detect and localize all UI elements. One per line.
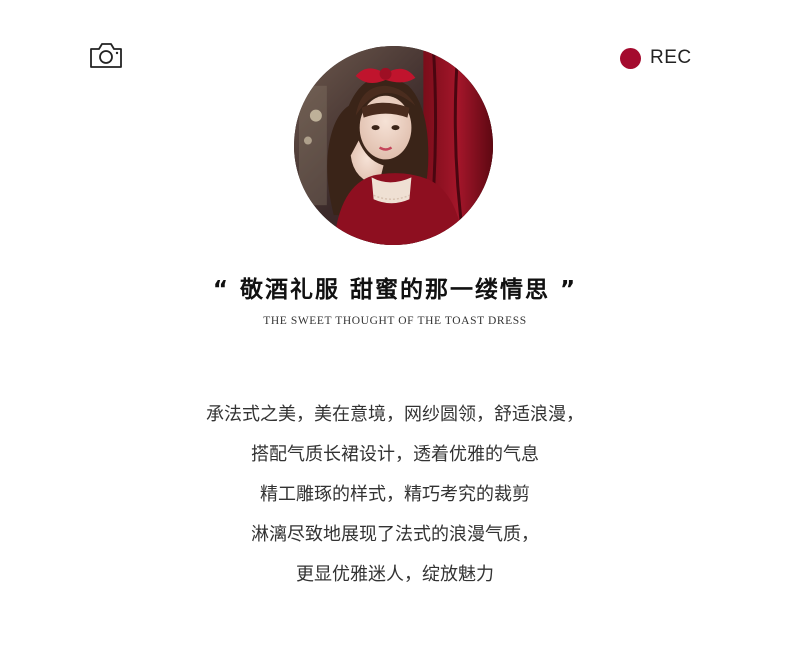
description-line: 更显优雅迷人，绽放魅力	[296, 564, 494, 585]
description-line: 承法式之美，美在意境，网纱圆领，舒适浪漫，	[206, 404, 584, 425]
rec-indicator: REC	[620, 47, 692, 69]
subtitle: THE SWEET THOUGHT OF THE TOAST DRESS	[263, 315, 527, 327]
portrait-photo	[294, 46, 493, 245]
rec-label: REC	[650, 47, 692, 68]
portrait-illustration	[294, 46, 493, 245]
description-line: 淋漓尽致地展现了法式的浪漫气质，	[251, 524, 539, 545]
rec-dot-icon	[620, 47, 641, 69]
description-line: 精工雕琢的样式，精巧考究的裁剪	[260, 484, 530, 505]
camera-icon[interactable]	[88, 40, 124, 70]
headline: “ 敬酒礼服 甜蜜的那一缕情思 ”	[212, 277, 578, 303]
description-line: 搭配气质长裙设计，透着优雅的气息	[251, 444, 539, 465]
description: 承法式之美，美在意境，网纱圆领，舒适浪漫， 搭配气质长裙设计，透着优雅的气息 精…	[0, 400, 790, 600]
